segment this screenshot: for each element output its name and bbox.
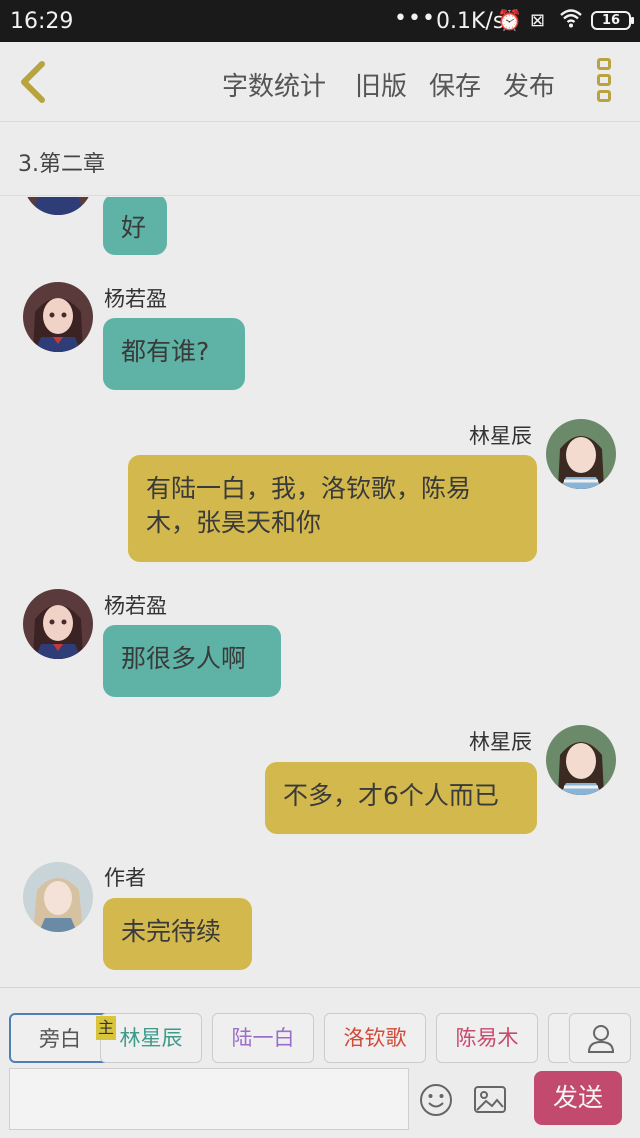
person-icon	[587, 1025, 615, 1053]
more-notifications-icon: •••	[394, 6, 436, 31]
more-dot-icon	[597, 90, 611, 102]
message-bubble[interactable]: 不多，才6个人而已	[265, 762, 537, 834]
message-text: 都有谁?	[121, 337, 210, 366]
main-character-badge: 主	[96, 1016, 116, 1040]
sender-name: 林星辰	[469, 730, 532, 754]
character-chip-chen-yimu[interactable]: 陈易木	[436, 1013, 538, 1063]
chapter-title: 3.第二章	[18, 152, 105, 177]
save-button[interactable]: 保存	[429, 66, 481, 103]
back-button[interactable]	[12, 58, 56, 106]
sender-name: 林星辰	[469, 424, 532, 448]
message-text: 未完待续	[121, 917, 222, 946]
more-menu-button[interactable]	[592, 56, 616, 108]
message-bubble[interactable]: 都有谁?	[103, 318, 245, 390]
smiley-icon	[420, 1084, 452, 1116]
message-bubble[interactable]: 那很多人啊	[103, 625, 281, 697]
message-text: 不多，才6个人而已	[283, 781, 499, 810]
character-chip-luo-qinge[interactable]: 洛钦歌	[324, 1013, 426, 1063]
sender-name: 作者	[104, 866, 146, 890]
image-icon	[474, 1086, 506, 1113]
character-manager-button[interactable]	[569, 1013, 631, 1063]
message-text: 那很多人啊	[121, 644, 247, 673]
message-bubble[interactable]: 有陆一白，我，洛钦歌，陈易木，张昊天和你	[128, 455, 537, 562]
emoji-button[interactable]	[418, 1082, 454, 1118]
alarm-icon: ⏰	[497, 8, 522, 32]
composer-bar: 旁白 林星辰 主 陆一白 洛钦歌 陈易木 发送	[0, 987, 640, 1138]
chapter-header[interactable]: 3.第二章	[0, 122, 640, 196]
character-chip-overflow[interactable]	[548, 1013, 568, 1063]
chat-list[interactable]: 好 杨若盈 都有谁? 林星辰 有陆一白，我，洛钦歌，陈易木，张昊天和你 杨若盈 …	[0, 197, 640, 987]
word-count-button[interactable]: 字数统计	[222, 66, 326, 103]
character-chip-lu-yibai[interactable]: 陆一白	[212, 1013, 314, 1063]
sim-off-icon: ⊠	[530, 10, 546, 31]
sender-name: 杨若盈	[104, 594, 167, 618]
image-button[interactable]	[472, 1083, 508, 1117]
avatar-lin-xingchen[interactable]	[546, 419, 616, 489]
more-dot-icon	[597, 58, 611, 70]
status-bar: 16:29 ••• 0.1K/s ⏰ ⊠ 16	[0, 0, 640, 42]
editor-toolbar: 字数统计 旧版 保存 发布	[0, 42, 640, 122]
message-text: 好	[121, 213, 147, 242]
sender-name: 杨若盈	[104, 287, 167, 311]
avatar-yang-ruoying[interactable]	[23, 282, 93, 352]
message-text: 有陆一白，我，洛钦歌，陈易木，张昊天和你	[146, 474, 472, 537]
status-time: 16:29	[10, 9, 74, 34]
message-input[interactable]	[9, 1068, 409, 1130]
network-speed: 0.1K/s	[436, 9, 505, 34]
publish-button[interactable]: 发布	[503, 66, 555, 103]
avatar-yang-ruoying[interactable]	[23, 197, 93, 215]
message-bubble[interactable]: 好	[103, 197, 167, 255]
old-version-button[interactable]: 旧版	[355, 66, 407, 103]
chevron-left-icon	[21, 61, 45, 103]
avatar-author[interactable]	[23, 862, 93, 932]
wifi-icon	[560, 8, 582, 33]
avatar-yang-ruoying[interactable]	[23, 589, 93, 659]
avatar-lin-xingchen[interactable]	[546, 725, 616, 795]
message-bubble[interactable]: 未完待续	[103, 898, 252, 970]
battery-icon: 16	[591, 11, 634, 30]
more-dot-icon	[597, 74, 611, 86]
send-button[interactable]: 发送	[534, 1071, 622, 1125]
